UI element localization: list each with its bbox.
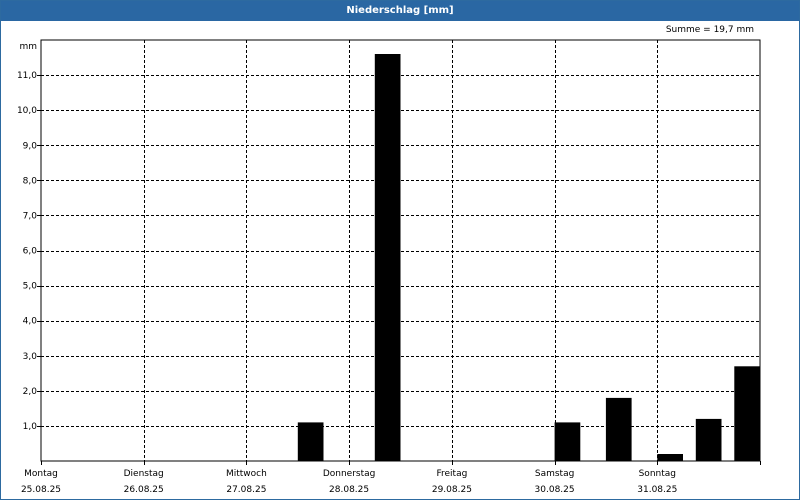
x-tick-label-day: Samstag [535, 469, 574, 479]
y-tick-label: 10,0 [17, 106, 37, 116]
x-tick-label-date: 27.08.25 [226, 485, 266, 495]
x-tick-labels: Montag 25.08.25 Dienstag 26.08.25 Mittwoch 27… [21, 469, 677, 495]
x-tick-label-date: 28.08.25 [329, 485, 369, 495]
x-tick-label-date: 25.08.25 [21, 485, 61, 495]
x-tick-label-day: Dienstag [124, 469, 164, 479]
precipitation-chart: mm 1,0 2,0 3,0 4,0 5,0 6,0 7,0 8,0 9,0 10,0 11,0 M… [17, 39, 761, 495]
x-tick-label-date: 31.08.25 [637, 485, 677, 495]
y-tick-label: 6,0 [23, 247, 38, 257]
x-tick-label-date: 29.08.25 [432, 485, 472, 495]
precipitation-bar [297, 422, 324, 461]
y-tick-label: 7,0 [23, 211, 38, 221]
y-tick-label: 9,0 [23, 141, 38, 151]
x-tick-label-date: 30.08.25 [535, 485, 575, 495]
x-tick-label-day: Freitag [436, 469, 467, 479]
y-tick-labels: 1,0 2,0 3,0 4,0 5,0 6,0 7,0 8,0 9,0 10,0 11,0 [17, 71, 37, 432]
y-tick-label: 5,0 [23, 282, 38, 292]
x-tick-label-day: Montag [24, 469, 58, 479]
x-tick-label-day: Donnerstag [323, 469, 376, 479]
bars-layer [297, 54, 760, 461]
y-tick-label: 11,0 [17, 71, 37, 81]
y-axis-unit-label: mm [19, 42, 37, 52]
precipitation-bar [734, 366, 760, 461]
x-tick-label-day: Mittwoch [226, 469, 267, 479]
precipitation-bar [374, 54, 401, 461]
precipitation-bar [695, 418, 722, 461]
y-tick-label: 3,0 [23, 352, 38, 362]
precipitation-bar [605, 397, 632, 461]
y-tick-label: 2,0 [23, 387, 38, 397]
x-tick-label-date: 26.08.25 [124, 485, 164, 495]
y-tick-label: 1,0 [23, 422, 38, 432]
precipitation-bar [554, 422, 581, 461]
precipitation-bar [657, 454, 683, 461]
y-tick-label: 8,0 [23, 176, 38, 186]
y-tick-label: 4,0 [23, 317, 38, 327]
x-tick-label-day: Sonntag [639, 469, 676, 479]
